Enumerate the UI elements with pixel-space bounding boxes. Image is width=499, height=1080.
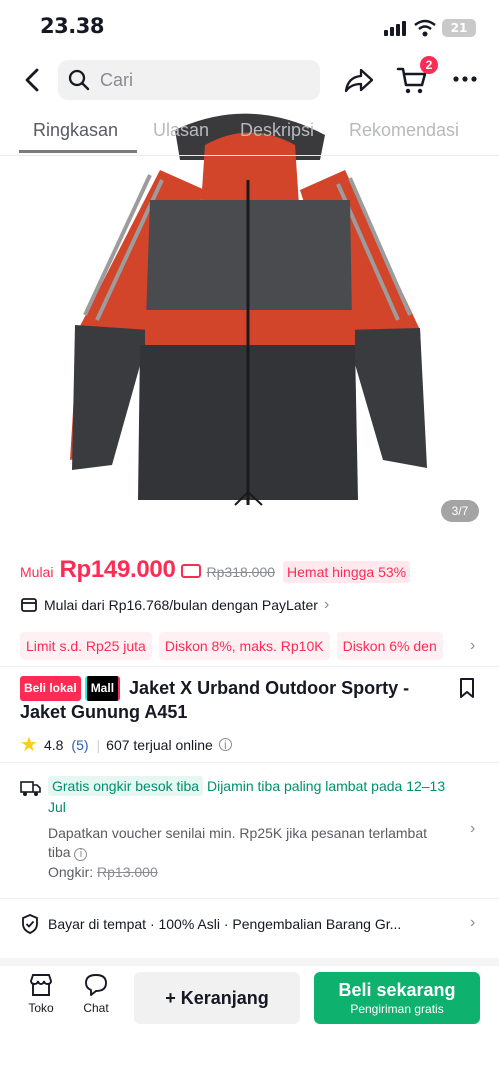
battery-indicator: 21 [442, 19, 476, 37]
tabs-divider [0, 155, 499, 156]
mall-badge: Mall [84, 676, 121, 701]
promo-chip[interactable]: Diskon 6% den [336, 632, 443, 660]
rating-row[interactable]: ★ 4.8 (5) | 607 terjual online i [20, 732, 232, 757]
image-counter: 3/7 [441, 500, 479, 522]
share-icon[interactable] [344, 66, 374, 94]
tab-rekomendasi[interactable]: Rekomendasi [349, 120, 459, 141]
product-image[interactable] [0, 100, 499, 540]
buy-now-label: Beli sekarang [338, 980, 456, 1000]
assurance-text: Bayar di tempat · 100% Asli · Pengembali… [48, 916, 402, 932]
assurance-row[interactable]: Bayar di tempat · 100% Asli · Pengembali… [20, 914, 401, 934]
product-title-block: Beli lokal Mall Jaket X Urband Outdoor Sp… [20, 676, 440, 724]
signal-icon [384, 21, 406, 36]
price-prefix: Mulai [20, 564, 54, 580]
review-count[interactable]: (5) [71, 737, 88, 753]
wifi-icon [414, 19, 436, 37]
tab-ringkasan[interactable]: Ringkasan [33, 120, 118, 141]
search-icon [68, 69, 90, 91]
back-arrow-icon[interactable] [22, 67, 42, 93]
tab-ulasan[interactable]: Ulasan [153, 120, 209, 141]
paylater-text: Mulai dari Rp16.768/bulan dengan PayLate… [44, 597, 318, 613]
buy-now-button[interactable]: Beli sekarang Pengiriman gratis [314, 972, 480, 1024]
divider [0, 666, 499, 667]
shipping-info[interactable]: Gratis ongkir besok tiba Dijamin tiba pa… [48, 776, 458, 818]
promo-chip[interactable]: Diskon 8%, maks. Rp10K [158, 632, 330, 660]
store-icon [30, 974, 52, 996]
late-voucher-text: Dapatkan voucher senilai min. Rp25K jika… [48, 825, 427, 861]
star-icon: ★ [20, 734, 38, 756]
paylater-icon [21, 598, 37, 612]
original-price: Rp318.000 [206, 564, 276, 580]
shield-check-icon [22, 914, 38, 934]
shop-label: Toko [28, 1001, 54, 1015]
divider [0, 898, 499, 899]
bookmark-icon[interactable] [458, 677, 476, 699]
truck-icon [20, 781, 41, 796]
rating-value: 4.8 [43, 736, 64, 753]
search-bar[interactable] [58, 60, 320, 100]
search-input[interactable] [98, 68, 298, 92]
chat-button[interactable]: Chat [71, 972, 121, 1015]
section-divider [0, 958, 499, 966]
active-tab-indicator [19, 150, 137, 153]
shipping-fee-original: Rp13.000 [97, 864, 158, 880]
discount-badge: Hemat hingga 53% [283, 561, 411, 583]
beli-lokal-badge: Beli lokal [20, 676, 81, 701]
jacket-image [70, 113, 427, 506]
tab-deskripsi[interactable]: Deskripsi [240, 120, 314, 141]
current-price: Rp149.000 [59, 556, 176, 583]
chevron-right-icon[interactable]: › [470, 820, 475, 838]
sold-count: 607 terjual online [106, 736, 213, 753]
paylater-row[interactable]: Mulai dari Rp16.768/bulan dengan PayLate… [20, 596, 329, 614]
status-time: 23.38 [40, 14, 104, 38]
free-shipping-tag: Gratis ongkir besok tiba [48, 776, 204, 796]
shop-button[interactable]: Toko [16, 972, 66, 1015]
promo-chip[interactable]: Limit s.d. Rp25 juta [20, 632, 152, 660]
chat-icon [85, 974, 107, 996]
cart-count-badge: 2 [420, 56, 438, 74]
separator: | [96, 736, 101, 753]
info-icon[interactable]: i [74, 848, 88, 861]
chat-label: Chat [83, 1001, 109, 1015]
chevron-right-icon: › [323, 596, 330, 613]
more-icon[interactable] [452, 75, 478, 83]
price-row: Mulai Rp149.000 Rp318.000 Hemat hingga 5… [20, 556, 411, 584]
chevron-right-icon[interactable]: › [470, 914, 475, 932]
divider [0, 762, 499, 763]
promo-chips[interactable]: Limit s.d. Rp25 juta Diskon 8%, maks. Rp1… [20, 632, 468, 660]
buy-now-subtitle: Pengiriman gratis [350, 1002, 444, 1016]
add-to-cart-button[interactable]: + Keranjang [134, 972, 300, 1024]
info-icon[interactable]: i [218, 738, 232, 752]
chevron-right-icon[interactable]: › [470, 637, 475, 655]
shipping-fee: Ongkir: Rp13.000 [48, 864, 158, 880]
coupon-icon [180, 564, 201, 578]
